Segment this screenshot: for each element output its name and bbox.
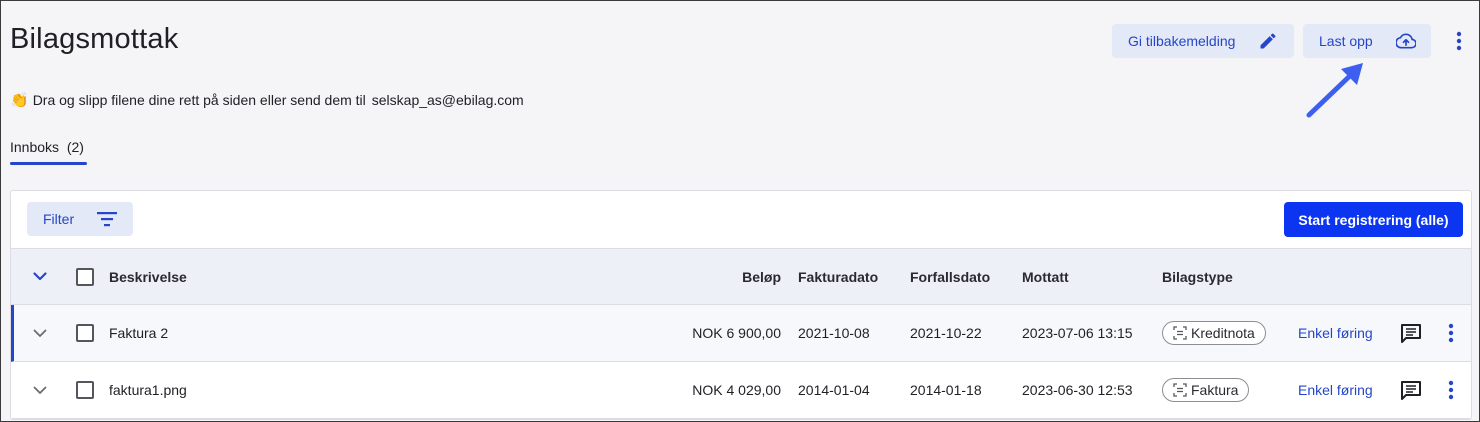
row-amount: NOK 6 900,00 xyxy=(692,325,781,341)
drop-hint: 👏 Dra og slipp filene dine rett på siden… xyxy=(10,91,524,109)
row-due-date: 2021-10-22 xyxy=(910,325,982,341)
annotation-arrow-icon xyxy=(1306,63,1363,118)
comment-button[interactable] xyxy=(1399,305,1423,361)
row-doc-type-cell: Kreditnota xyxy=(1162,305,1266,361)
row-received: 2023-07-06 13:15 xyxy=(1022,325,1133,341)
column-header-description[interactable]: Beskrivelse xyxy=(109,249,187,304)
row-checkbox[interactable] xyxy=(76,324,94,342)
expand-row-button[interactable] xyxy=(29,305,51,361)
upload-button-label: Last opp xyxy=(1319,33,1373,49)
doc-type-chip[interactable]: Kreditnota xyxy=(1162,321,1266,345)
drop-hint-email: selskap_as@ebilag.com xyxy=(371,92,524,108)
more-options-button[interactable] xyxy=(1449,29,1469,53)
column-header-amount[interactable]: Beløp xyxy=(742,249,781,304)
cloud-upload-icon xyxy=(1396,33,1416,49)
feedback-button-label: Gi tilbakemelding xyxy=(1128,33,1236,49)
tab-inbox-indicator xyxy=(10,162,87,165)
pencil-icon xyxy=(1260,33,1276,49)
row-doc-type-cell: Faktura xyxy=(1162,362,1250,418)
clapping-hands-icon: 👏 xyxy=(10,92,29,109)
drop-hint-text: Dra og slipp filene dine rett på siden e… xyxy=(32,92,366,108)
row-more-button[interactable] xyxy=(1443,305,1459,361)
kebab-icon xyxy=(1448,380,1454,400)
chevron-down-icon xyxy=(33,272,47,281)
table-row[interactable]: Faktura 2 NOK 6 900,00 2021-10-08 2021-1… xyxy=(11,305,1471,362)
chevron-down-icon xyxy=(33,329,47,337)
filter-lines-icon xyxy=(97,212,117,227)
upload-button[interactable]: Last opp xyxy=(1303,24,1431,58)
row-more-button[interactable] xyxy=(1443,362,1459,418)
doc-type-label: Kreditnota xyxy=(1191,325,1255,341)
column-header-invoice-date[interactable]: Fakturadato xyxy=(798,249,878,304)
page-title: Bilagsmottak xyxy=(10,23,179,55)
row-due-date: 2014-01-18 xyxy=(910,382,982,398)
filter-button[interactable]: Filter xyxy=(27,202,133,236)
column-header-doc-type[interactable]: Bilagstype xyxy=(1162,249,1233,304)
filter-button-label: Filter xyxy=(43,211,75,227)
comment-icon xyxy=(1401,324,1421,343)
row-checkbox[interactable] xyxy=(76,381,94,399)
row-invoice-date: 2021-10-08 xyxy=(798,325,870,341)
table-toolbar: Filter Start registrering (alle) xyxy=(11,191,1471,248)
select-all-checkbox-cell xyxy=(76,249,94,304)
select-all-checkbox[interactable] xyxy=(76,267,94,286)
row-checkbox-cell xyxy=(76,362,94,418)
row-description: Faktura 2 xyxy=(109,325,169,341)
kebab-icon xyxy=(1448,323,1454,343)
comment-button[interactable] xyxy=(1399,362,1423,418)
comment-icon xyxy=(1401,381,1421,400)
table-header-row: Beskrivelse Beløp Fakturadato Forfallsda… xyxy=(11,248,1471,305)
column-header-due-date[interactable]: Forfallsdato xyxy=(910,249,990,304)
inbox-table-card: Filter Start registrering (alle) Beskriv… xyxy=(10,190,1472,420)
simple-entry-link[interactable]: Enkel føring xyxy=(1298,305,1373,361)
chevron-down-icon xyxy=(33,386,47,394)
kebab-icon xyxy=(1456,31,1462,51)
row-received: 2023-06-30 12:53 xyxy=(1022,382,1133,398)
app-frame: Bilagsmottak Gi tilbakemelding Last opp … xyxy=(0,0,1480,422)
expand-all-button[interactable] xyxy=(29,249,51,304)
row-description: faktura1.png xyxy=(109,382,187,398)
doc-type-label: Faktura xyxy=(1191,382,1239,398)
doc-type-chip[interactable]: Faktura xyxy=(1162,378,1250,402)
document-scan-icon xyxy=(1173,383,1187,397)
simple-entry-link[interactable]: Enkel føring xyxy=(1298,362,1373,418)
tab-inbox[interactable]: Innboks (2) xyxy=(10,139,84,155)
feedback-button[interactable]: Gi tilbakemelding xyxy=(1112,24,1294,58)
start-registration-all-button[interactable]: Start registrering (alle) xyxy=(1284,202,1463,237)
row-amount: NOK 4 029,00 xyxy=(692,382,781,398)
expand-row-button[interactable] xyxy=(29,362,51,418)
column-header-received[interactable]: Mottatt xyxy=(1022,249,1069,304)
table-row[interactable]: faktura1.png NOK 4 029,00 2014-01-04 201… xyxy=(11,362,1471,419)
row-invoice-date: 2014-01-04 xyxy=(798,382,870,398)
document-scan-icon xyxy=(1173,326,1187,340)
row-checkbox-cell xyxy=(76,305,94,361)
